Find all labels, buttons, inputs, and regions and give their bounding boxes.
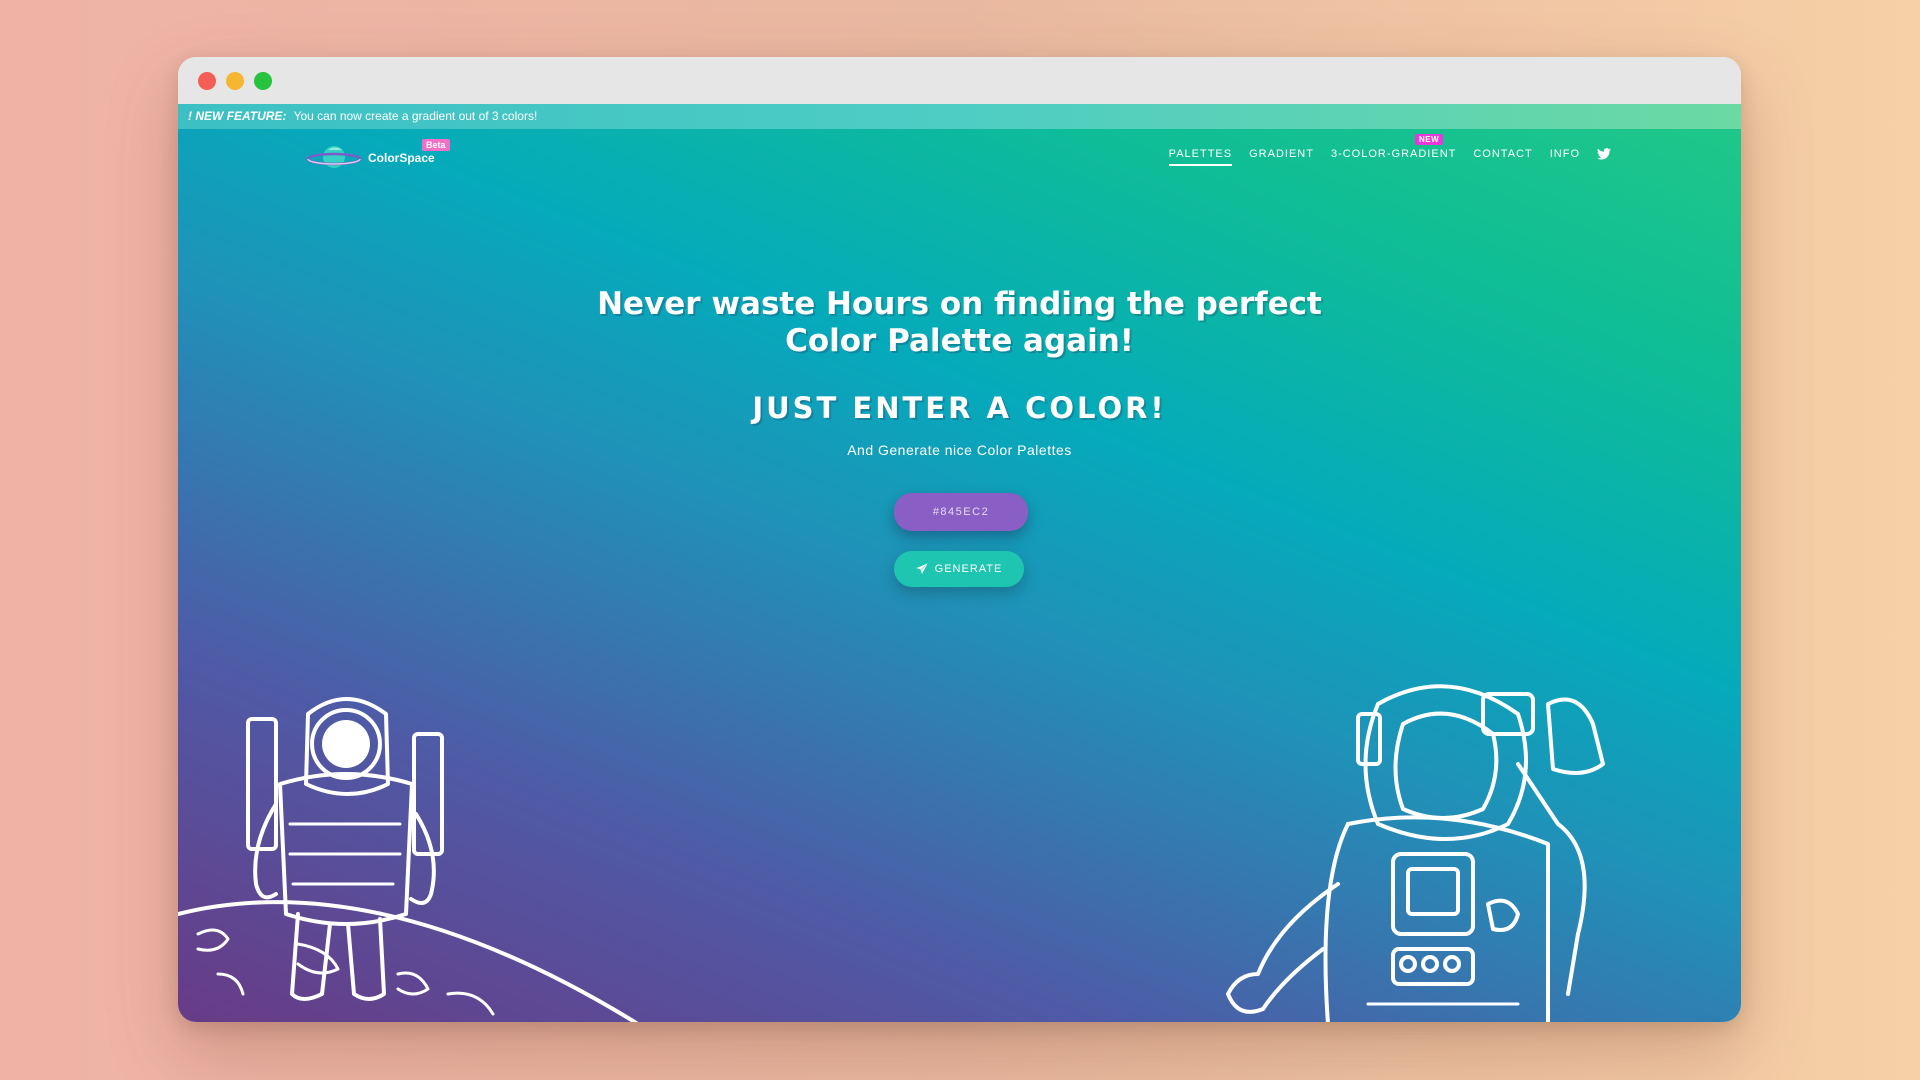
hero-subhead: JUST ENTER A COLOR!	[752, 391, 1167, 425]
nav-palettes[interactable]: PALETTES	[1168, 148, 1233, 166]
maximize-window-button[interactable]	[254, 72, 272, 90]
minimize-window-button[interactable]	[226, 72, 244, 90]
generate-button[interactable]: GENERATE	[894, 551, 1024, 587]
site-logo[interactable]: ColorSpace Beta	[306, 139, 466, 179]
nav-info[interactable]: INFO	[1550, 148, 1580, 166]
banner-label: ! NEW FEATURE:	[188, 109, 287, 123]
beta-badge: Beta	[422, 139, 450, 151]
astronaut-illustration	[1226, 684, 1605, 1022]
nav-3-color-gradient-label: 3-COLOR-GRADIENT	[1330, 148, 1457, 160]
banner-text: You can now create a gradient out of 3 c…	[293, 109, 538, 123]
feature-banner[interactable]: ! NEW FEATURE: You can now create a grad…	[178, 104, 1741, 129]
site-page: ! NEW FEATURE: You can now create a grad…	[178, 104, 1741, 1022]
hero-tagline: And Generate nice Color Palettes	[847, 442, 1072, 458]
logo-name: ColorSpace	[368, 151, 435, 165]
planet-logo-icon	[306, 146, 362, 168]
new-badge: NEW	[1414, 134, 1444, 145]
astronaut-on-planet-illustration	[178, 697, 639, 1022]
browser-window: ! NEW FEATURE: You can now create a grad…	[178, 57, 1741, 1022]
nav-gradient[interactable]: GRADIENT	[1249, 148, 1314, 166]
rocket-icon	[916, 563, 928, 574]
generate-button-label: GENERATE	[934, 563, 1003, 575]
close-window-button[interactable]	[198, 72, 216, 90]
nav-contact[interactable]: CONTACT	[1473, 148, 1532, 166]
headline-line-2: Color Palette again!	[785, 323, 1134, 359]
headline-line-1: Never waste Hours on finding the perfect	[597, 286, 1322, 322]
window-titlebar	[178, 57, 1741, 104]
twitter-icon[interactable]	[1597, 148, 1611, 166]
hero-headline: Never waste Hours on finding the perfect…	[178, 286, 1741, 360]
nav-3-color-gradient[interactable]: 3-COLOR-GRADIENT NEW	[1330, 134, 1457, 166]
color-input[interactable]	[894, 493, 1028, 531]
main-nav: PALETTES GRADIENT 3-COLOR-GRADIENT NEW C…	[1152, 134, 1611, 166]
